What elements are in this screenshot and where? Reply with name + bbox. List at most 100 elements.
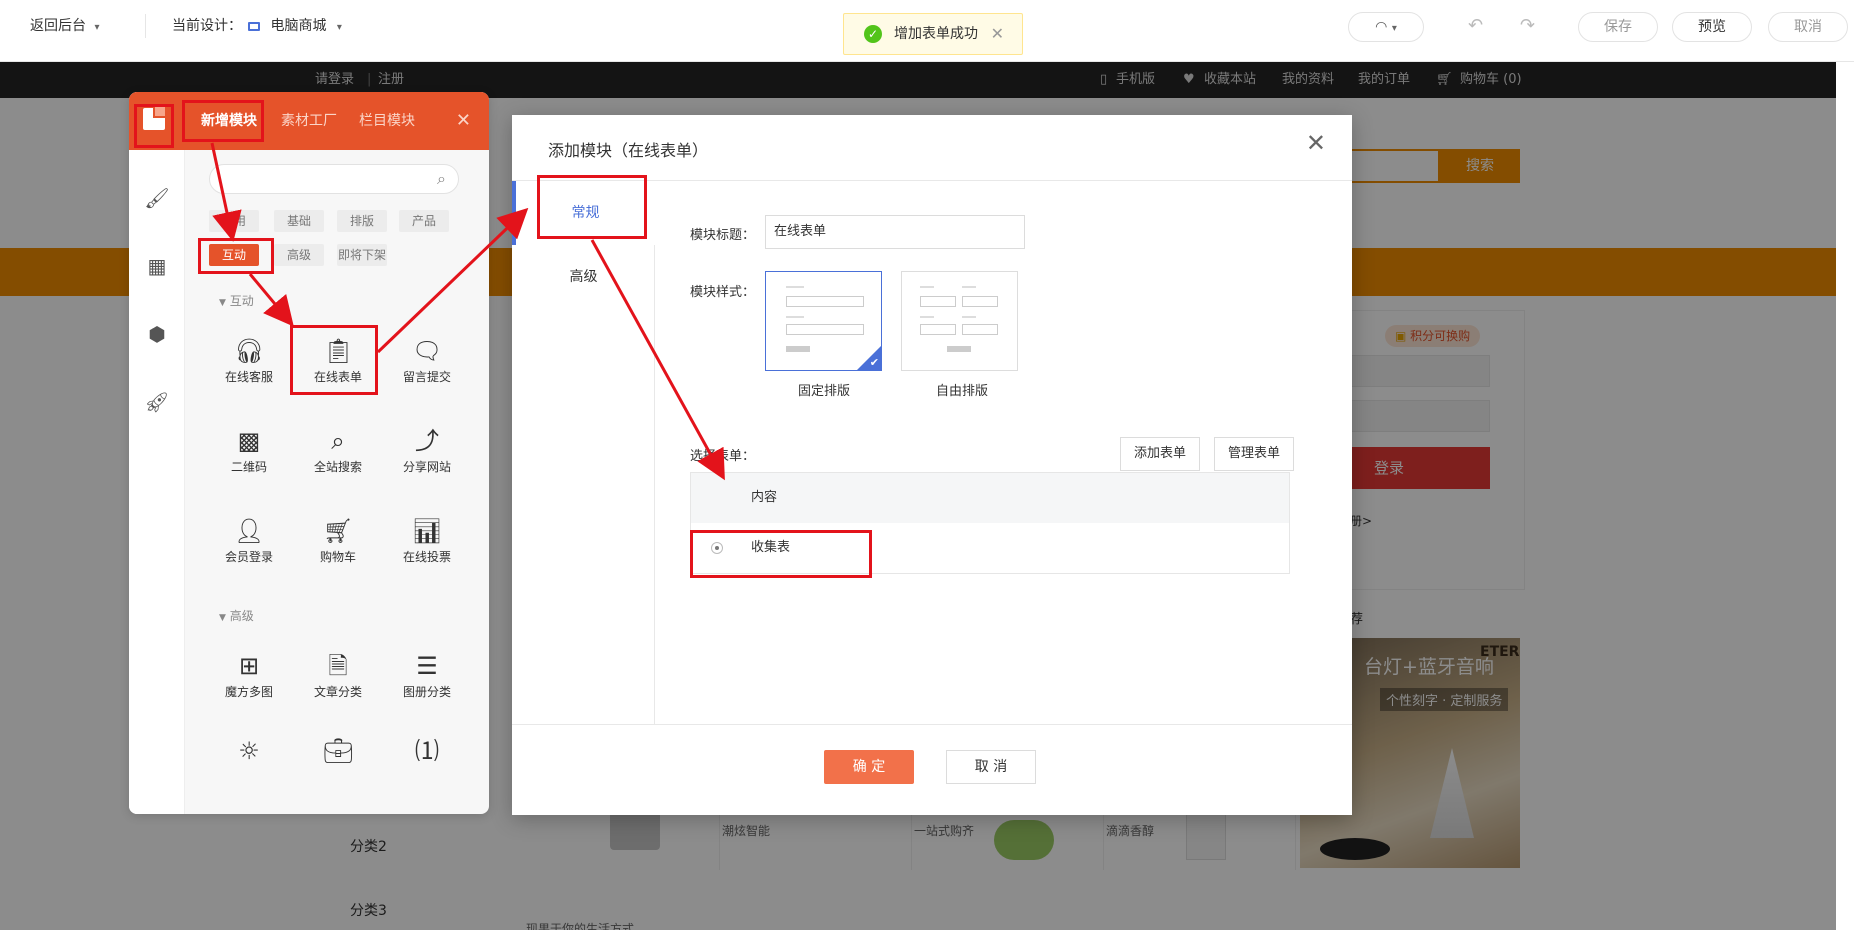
module-search-input[interactable]: ⌕ [209,164,459,194]
settings-hex-icon[interactable]: ⬢ [143,320,171,348]
module-online-vote[interactable]: 📊︎ 在线投票 [392,512,462,582]
design-selector[interactable]: 电脑商城 ▾ [248,0,342,52]
module-cart[interactable]: 🛒︎ 购物车 [303,512,373,582]
form-radio[interactable] [711,542,723,554]
tab-advanced[interactable]: 高级 [512,245,655,309]
tab-material-factory[interactable]: 素材工厂 [281,92,337,150]
preview-button[interactable]: 预览 [1672,12,1752,42]
search-icon: ⌕ [331,427,345,455]
module-title-label: 模块标题： [690,228,756,243]
style-preview-line [962,286,976,288]
module-label: 留言提交 [402,370,451,384]
style-free-layout[interactable] [901,271,1018,371]
module-label: 魔方多图 [224,685,273,699]
style-preview-button [786,346,810,352]
divider [145,14,146,38]
chevron-down-icon: ▾ [1391,23,1397,34]
caret-down-icon: ▼ [219,298,226,308]
add-module-rail-button[interactable] [129,92,185,150]
headset-icon: 🎧︎ [234,337,265,365]
chip-layout[interactable]: 排版 [337,210,387,232]
page-number-icon: ⑴ [415,737,439,765]
undo-icon[interactable]: ↶ [1468,0,1483,52]
grid-icon: ⊞ [238,652,260,680]
check-icon: ✔ [869,356,879,369]
panel-header: 新增模块 素材工厂 栏目模块 ✕ [185,92,489,150]
chip-advanced[interactable]: 高级 [274,244,324,266]
chip-basic[interactable]: 基础 [274,210,324,232]
confirm-button[interactable]: 确 定 [824,750,914,784]
qrcode-icon: ▩ [237,427,261,455]
dialog-cancel-button[interactable]: 取 消 [946,750,1036,784]
success-toast: ✓ 增加表单成功 ✕ [843,13,1023,55]
module-label: 在线表单 [313,370,362,384]
cart-icon: 🛒︎ [323,517,354,545]
module-member-login[interactable]: 👤︎ 会员登录 [214,512,284,582]
table-row[interactable]: 收集表 [691,523,1289,573]
module-label: 在线客服 [224,370,273,384]
chevron-down-icon: ▾ [94,22,100,33]
tab-add-module[interactable]: 新增模块 [201,92,257,150]
paint-brush-icon[interactable]: 🖌︎ [143,184,171,212]
form-table: 内容 收集表 [690,472,1290,574]
module-message[interactable]: 🗨︎ 留言提交 [392,332,462,402]
chip-common[interactable]: 常用 [209,210,259,232]
module-briefcase[interactable]: 💼︎ [303,732,373,802]
style-preview-field [786,296,864,307]
tab-general[interactable]: 常规 [512,181,655,245]
monitor-icon [248,21,260,31]
design-value: 电脑商城 [270,18,327,34]
close-icon[interactable]: ✕ [991,14,1004,54]
search-icon: ⌕ [437,169,446,188]
dialog-sidebar: 常规 高级 [512,181,655,724]
close-icon[interactable]: ✕ [1306,129,1326,157]
support-button[interactable]: ◠ ▾ [1348,12,1424,42]
chip-product[interactable]: 产品 [399,210,449,232]
module-share-site[interactable]: ⤴ 分享网站 [392,422,462,492]
sun-icon: ☼ [238,737,260,765]
add-form-button[interactable]: 添加表单 [1120,437,1200,471]
style-fixed-layout[interactable]: ✔ [765,271,882,371]
style-preview-field [920,296,956,307]
module-site-search[interactable]: ⌕ 全站搜索 [303,422,373,492]
module-title-input[interactable]: 在线表单 [765,215,1025,249]
module-online-form[interactable]: 📋︎ 在线表单 [303,332,373,402]
style-preview-field [962,296,998,307]
module-label: 会员登录 [224,550,273,564]
manage-form-button[interactable]: 管理表单 [1214,437,1294,471]
table-header: 内容 [691,473,1289,523]
add-module-dialog: 添加模块（在线表单） ✕ 常规 高级 模块标题： 在线表单 模块样式： ✔ 固定… [512,115,1352,815]
tab-column-module[interactable]: 栏目模块 [359,92,415,150]
module-label: 文章分类 [313,685,362,699]
select-form-label: 选择表单： [690,449,756,464]
layout-icon[interactable]: ▦ [143,252,171,280]
style-preview-line [786,316,804,318]
module-article-category[interactable]: 🗎︎ 文章分类 [303,647,373,717]
module-label: 购物车 [319,550,356,564]
module-qrcode[interactable]: ▩ 二维码 [214,422,284,492]
module-weather[interactable]: ☼ [214,732,284,802]
style-preview-line [920,316,934,318]
chevron-down-icon: ▾ [336,22,342,33]
document-icon: 🗎︎ [328,652,348,680]
cancel-button[interactable]: 取消 [1768,12,1848,42]
module-album-category[interactable]: ☰ 图册分类 [392,647,462,717]
module-online-service[interactable]: 🎧︎ 在线客服 [214,332,284,402]
back-label: 返回后台 [30,18,86,34]
redo-icon[interactable]: ↷ [1520,0,1535,52]
back-to-admin-button[interactable]: 返回后台 ▾ [30,0,99,52]
style-preview-field [920,324,956,335]
module-add-icon-inner [153,104,167,118]
module-label: 二维码 [230,460,267,474]
chip-deprecated[interactable]: 即将下架 [337,244,387,266]
style-free-caption: 自由排版 [936,384,989,399]
save-button[interactable]: 保存 [1578,12,1658,42]
close-icon[interactable]: ✕ [456,92,471,150]
module-page-number[interactable]: ⑴ [392,732,462,802]
rocket-icon[interactable]: 🚀︎ [143,388,171,416]
style-preview-line [962,316,976,318]
dialog-title: 添加模块（在线表单） [548,141,709,160]
module-cube-gallery[interactable]: ⊞ 魔方多图 [214,647,284,717]
module-label: 全站搜索 [313,460,362,474]
chip-interact[interactable]: 互动 [209,244,259,266]
